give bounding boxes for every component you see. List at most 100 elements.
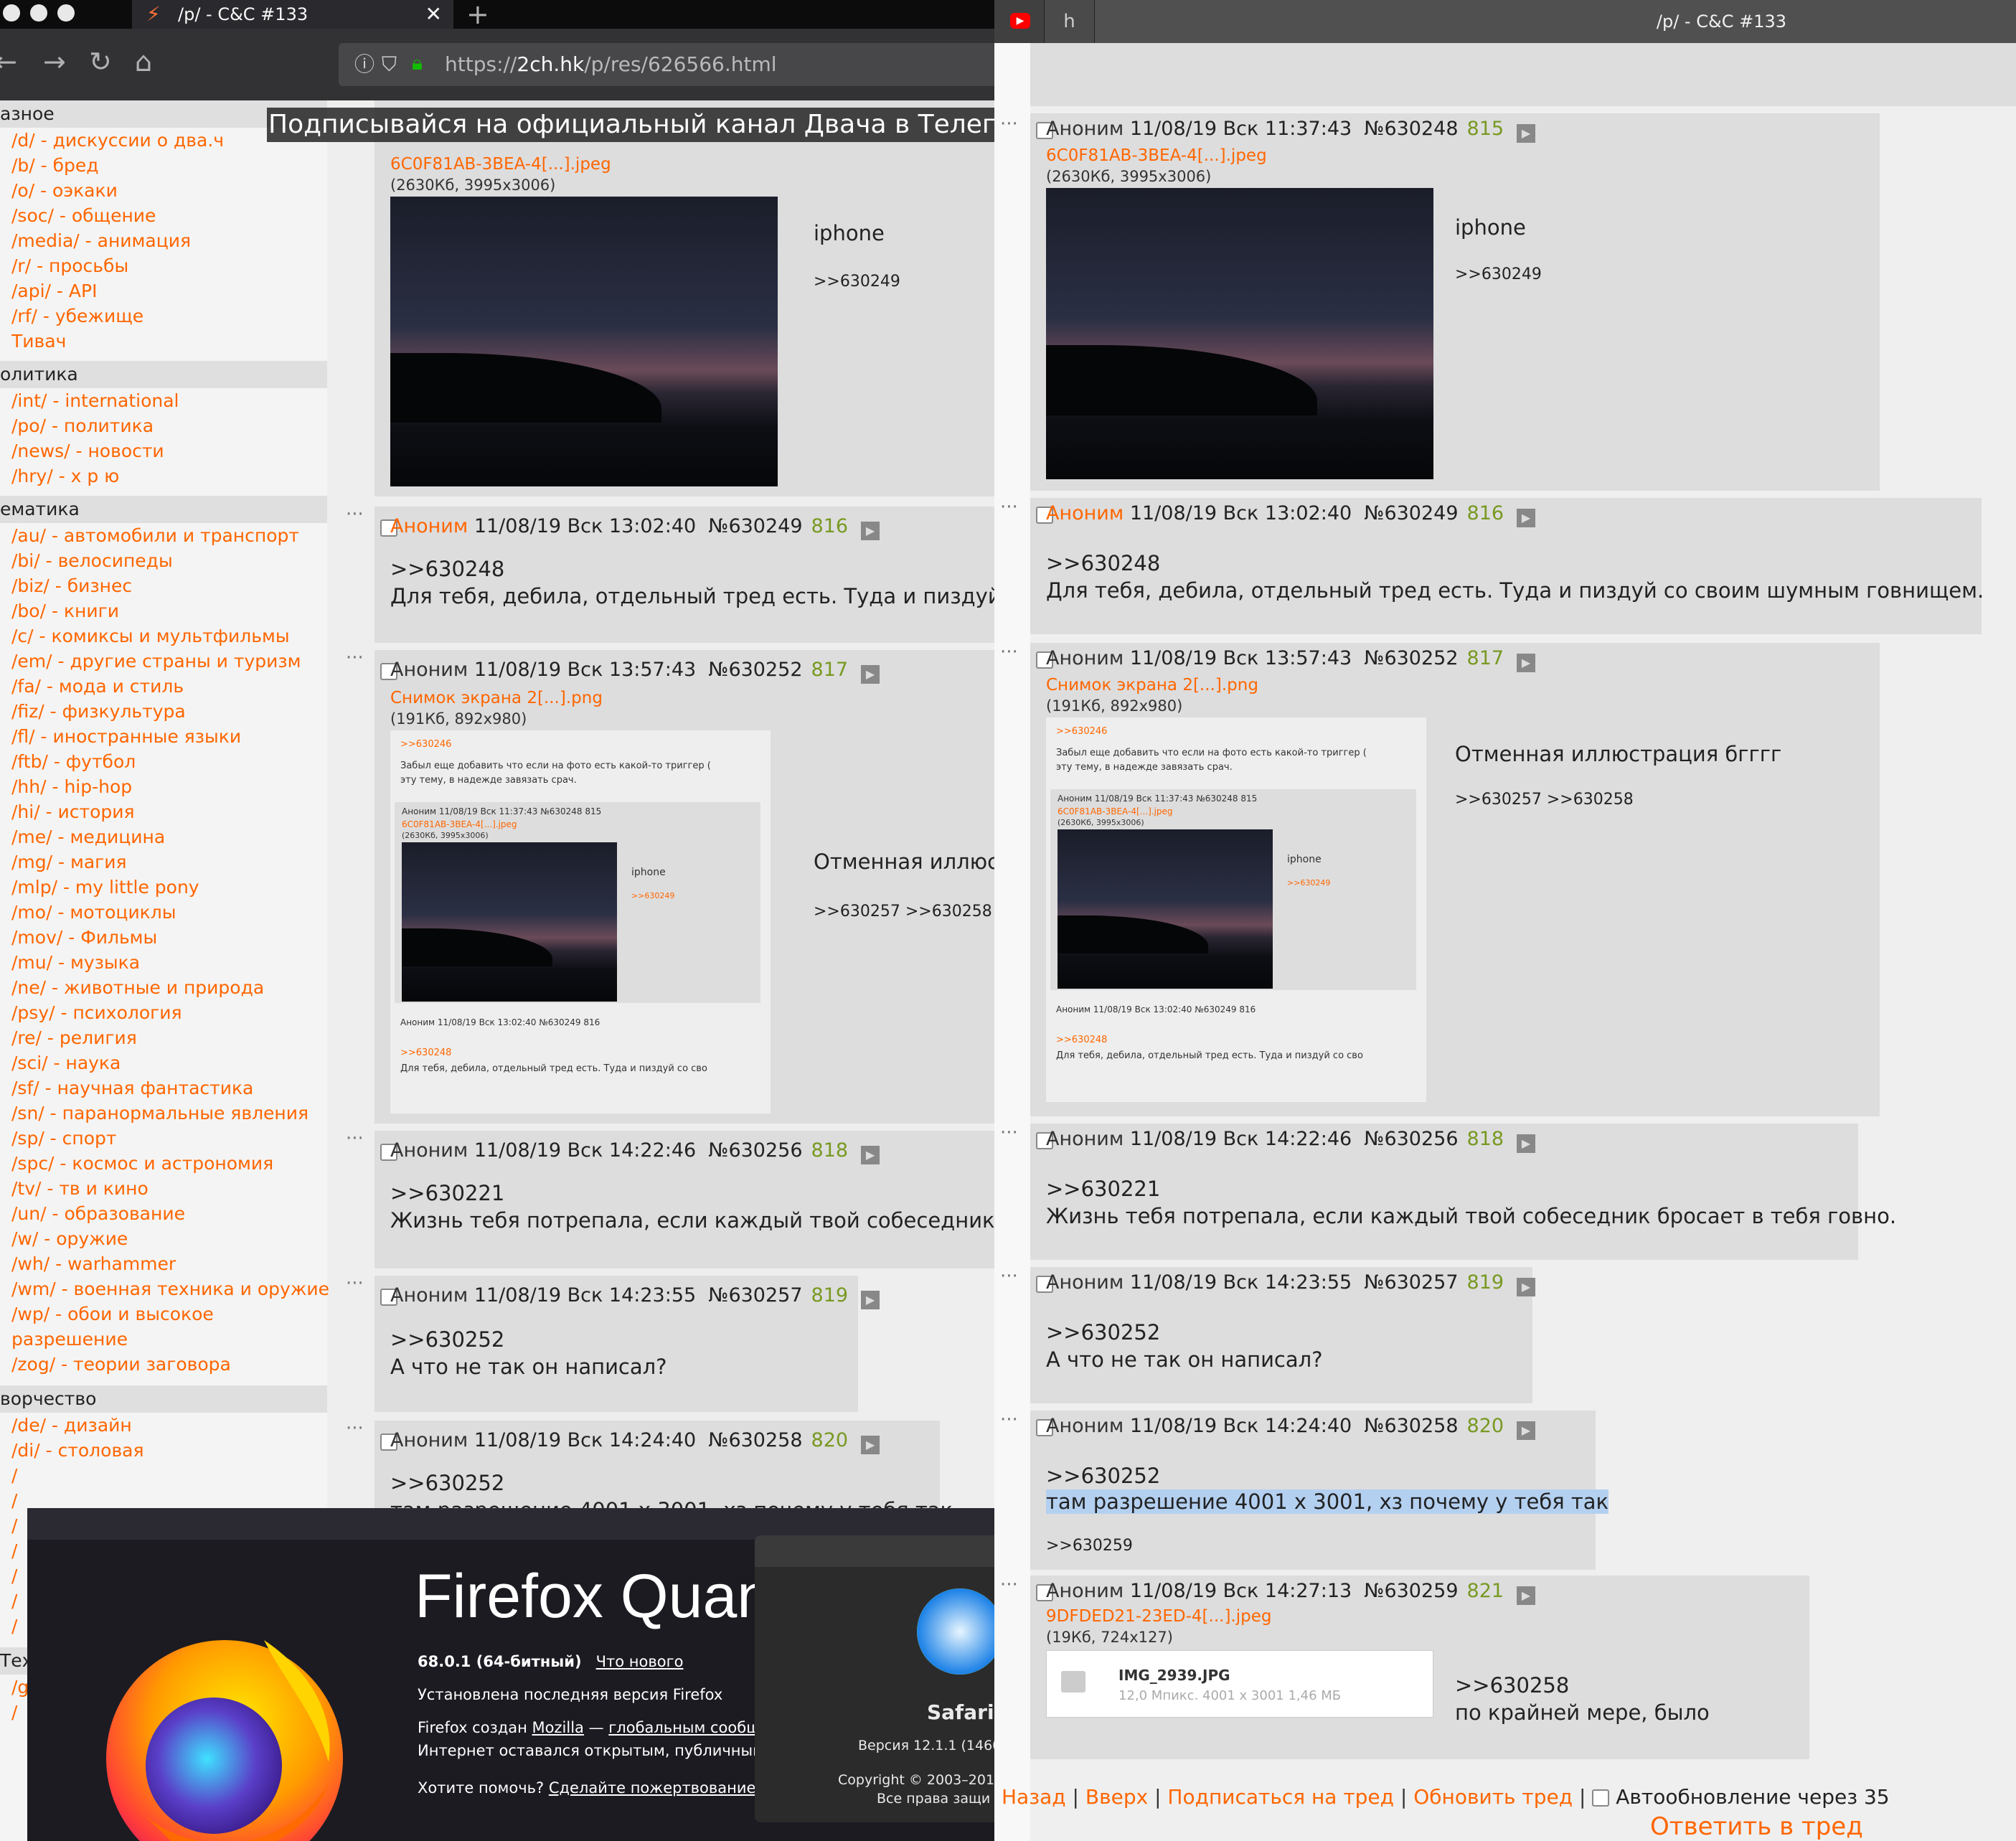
mozilla-link[interactable]: Mozilla [532, 1719, 584, 1736]
url-bar[interactable]: ⓘ ⛉ 🔒︎ https://2ch.hk/p/res/626566.html [339, 43, 994, 86]
post-menu-dots[interactable]: ··· [346, 504, 364, 525]
tab-h[interactable]: h [1045, 0, 1095, 43]
post-image[interactable] [1046, 188, 1433, 479]
post-menu-dots[interactable]: ··· [1000, 1122, 1018, 1144]
play-icon[interactable]: ▶ [861, 1146, 880, 1164]
window-zoom-dot[interactable] [98, 1515, 113, 1531]
board-link[interactable]: /api/ - API [0, 278, 327, 303]
refresh-link[interactable]: Обновить тред [1413, 1785, 1573, 1809]
post-number[interactable]: №630252 [708, 659, 802, 681]
post-quote[interactable]: >>630252 [1046, 1320, 1160, 1345]
window-close-dot[interactable] [3, 4, 20, 22]
board-link[interactable]: /psy/ - психология [0, 1000, 327, 1025]
board-link[interactable]: разрешение [0, 1327, 327, 1352]
post-replies[interactable]: >>630257 >>630258 [1455, 791, 1634, 809]
post-image-screenshot[interactable]: >>630246 Забыл еще добавить что если на … [1046, 717, 1426, 1102]
post-file-link[interactable]: 9DFDED21-23ED-4[...].jpeg [1046, 1607, 1271, 1626]
donate-link[interactable]: Сделайте пожертвование [549, 1779, 756, 1797]
post-image[interactable] [390, 197, 778, 486]
post-menu-dots[interactable]: ··· [346, 1128, 364, 1149]
post-replies[interactable]: >>630249 [814, 273, 900, 291]
board-link[interactable]: /sci/ - наука [0, 1050, 327, 1075]
home-icon[interactable]: ⌂ [135, 46, 152, 77]
board-link[interactable]: /w/ - оружие [0, 1226, 327, 1251]
back-icon[interactable]: ← [0, 46, 17, 77]
post-number[interactable]: №630248 [1364, 118, 1458, 140]
board-link[interactable]: /biz/ - бизнес [0, 573, 327, 598]
play-icon[interactable]: ▶ [1517, 654, 1536, 672]
whats-new-link[interactable]: Что нового [596, 1653, 684, 1670]
menu-group-head[interactable]: олитика [0, 361, 327, 388]
post-quote[interactable]: >>630248 [390, 557, 504, 581]
post-quote[interactable]: >>630258 [1455, 1673, 1569, 1698]
post-number[interactable]: №630258 [708, 1429, 802, 1451]
board-link[interactable]: /wm/ - военная техника и оружие [0, 1276, 329, 1301]
play-icon[interactable]: ▶ [1517, 509, 1536, 527]
board-link[interactable]: /r/ - просьбы [0, 253, 327, 278]
reload-icon[interactable]: ↻ [89, 46, 112, 77]
post-replies[interactable]: >>630257 >>630258 [814, 903, 992, 920]
menu-group-head[interactable]: ематика [0, 496, 327, 523]
board-link[interactable]: /mlp/ - my little pony [0, 875, 327, 900]
board-link[interactable]: /mg/ - магия [0, 849, 327, 875]
autoupdate-checkbox[interactable] [1592, 1789, 1610, 1807]
post-file-link[interactable]: 6C0F81AB-3BEA-4[...].jpeg [390, 155, 611, 174]
post-quote[interactable]: >>630221 [390, 1181, 504, 1205]
board-link[interactable]: /de/ - дизайн [0, 1413, 327, 1438]
window-close-dot[interactable] [765, 1543, 781, 1558]
board-link[interactable]: /fiz/ - физкультура [0, 699, 327, 724]
board-link[interactable]: /bi/ - велосипеды [0, 548, 327, 573]
board-link[interactable]: Тивач [0, 329, 327, 354]
play-icon[interactable]: ▶ [861, 1291, 880, 1309]
board-link[interactable]: /hh/ - hip-hop [0, 774, 327, 799]
post-number[interactable]: №630249 [1364, 502, 1458, 524]
post-image-screenshot[interactable]: >>630246 Забыл еще добавить что если на … [390, 730, 771, 1113]
post-quote[interactable]: >>630252 [1046, 1464, 1160, 1488]
window-zoom-dot[interactable] [57, 4, 75, 22]
play-icon[interactable]: ▶ [1517, 124, 1536, 143]
board-link[interactable]: /wp/ - обои и высокое [0, 1301, 327, 1327]
board-link[interactable]: /c/ - комиксы и мультфильмы [0, 623, 327, 649]
post-menu-dots[interactable]: ··· [346, 1273, 364, 1294]
post-quote[interactable]: >>630252 [390, 1471, 504, 1495]
board-link[interactable]: /soc/ - общение [0, 203, 327, 228]
board-link[interactable]: /me/ - медицина [0, 824, 327, 849]
post-menu-dots[interactable]: ··· [1000, 496, 1018, 518]
window-minimize-dot[interactable] [70, 1515, 86, 1531]
play-icon[interactable]: ▶ [1517, 1421, 1536, 1440]
reply-thread-link[interactable]: Ответить в тред [1650, 1812, 1863, 1841]
new-tab-icon[interactable]: + [466, 0, 489, 30]
attachment-preview[interactable]: IMG_2939.JPG 12,0 Мпикс. 4001 x 3001 1,4… [1046, 1650, 1433, 1718]
board-link[interactable]: /b/ - бред [0, 153, 327, 178]
post-number[interactable]: №630257 [1364, 1271, 1458, 1294]
board-link[interactable]: /fa/ - мода и стиль [0, 674, 327, 699]
post-replies[interactable]: >>630249 [1455, 265, 1542, 283]
post-number[interactable]: №630249 [708, 515, 802, 537]
post-menu-dots[interactable]: ··· [1000, 1266, 1018, 1287]
forward-icon[interactable]: → [43, 46, 66, 77]
window-minimize-dot[interactable] [30, 4, 47, 22]
post-quote[interactable]: >>630221 [1046, 1177, 1160, 1201]
play-icon[interactable]: ▶ [861, 1436, 880, 1454]
community-link[interactable]: глобальным сообщ [608, 1719, 760, 1736]
board-link[interactable]: /sn/ - паранормальные явления [0, 1101, 327, 1126]
board-link[interactable]: /spc/ - космос и астрономия [0, 1151, 327, 1176]
board-link[interactable]: /fl/ - иностранные языки [0, 724, 327, 749]
board-link[interactable]: /tv/ - тв и кино [0, 1176, 327, 1201]
board-link[interactable]: /bo/ - книги [0, 598, 327, 623]
post-replies[interactable]: >>630259 [1046, 1537, 1133, 1555]
post-number[interactable]: №630252 [1364, 647, 1458, 669]
post-file-link[interactable]: Снимок экрана 2[...].png [1046, 676, 1258, 695]
shield-icon[interactable]: ⛉ [382, 43, 397, 86]
board-link[interactable]: /un/ - образование [0, 1201, 327, 1226]
board-link[interactable]: /em/ - другие страны и туризм [0, 649, 327, 674]
board-link[interactable]: /di/ - столовая [0, 1438, 327, 1463]
board-link[interactable]: /o/ - оэкаки [0, 178, 327, 203]
post-quote[interactable]: >>630252 [390, 1327, 504, 1352]
play-icon[interactable]: ▶ [1517, 1586, 1536, 1605]
post-menu-dots[interactable]: ··· [1000, 1409, 1018, 1431]
subscribe-link[interactable]: Подписаться на тред [1167, 1785, 1394, 1809]
post-number[interactable]: №630256 [1364, 1128, 1458, 1150]
board-link[interactable]: /re/ - религия [0, 1025, 327, 1050]
board-link[interactable]: /sp/ - спорт [0, 1126, 327, 1151]
